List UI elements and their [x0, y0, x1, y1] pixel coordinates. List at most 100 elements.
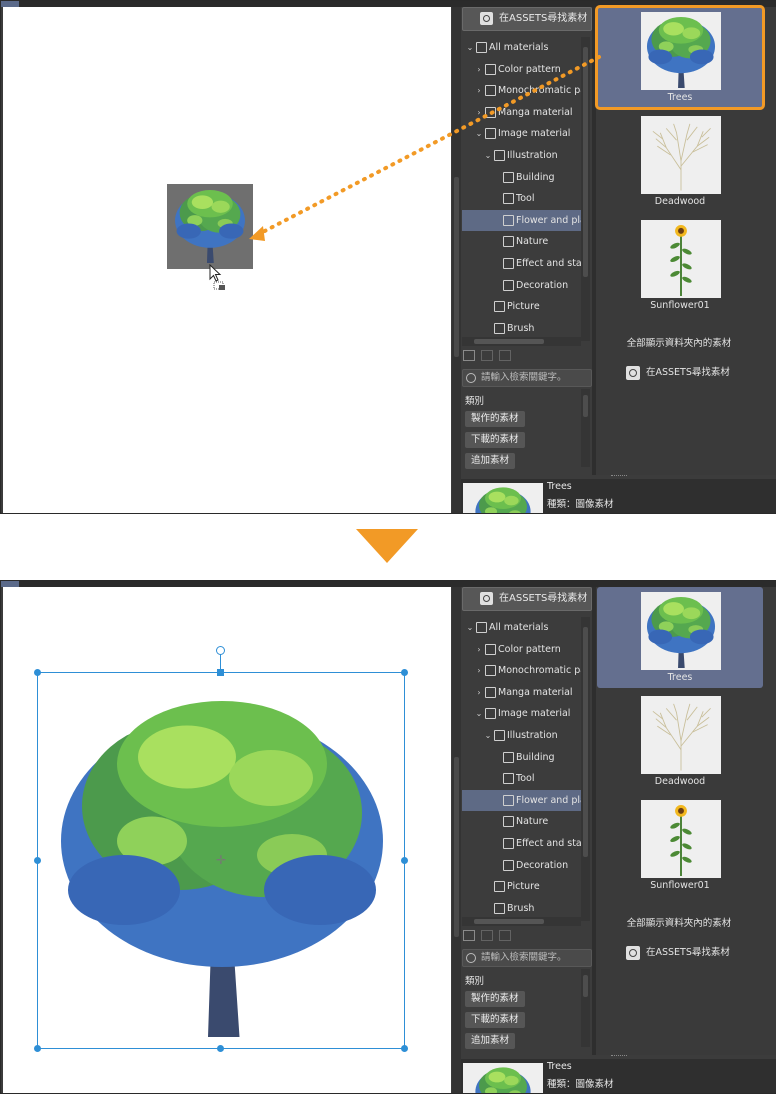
- chevron-down-icon[interactable]: ⌄: [466, 617, 474, 638]
- tree-item[interactable]: Decoration: [462, 275, 582, 296]
- handle-bottom-left[interactable]: [34, 1045, 41, 1052]
- tree-item[interactable]: ⌄ Illustration: [462, 145, 582, 166]
- edit-folder-icon[interactable]: [499, 930, 511, 941]
- new-folder-icon[interactable]: [463, 930, 475, 941]
- chevron-right-icon[interactable]: ›: [475, 59, 483, 80]
- chevron-down-icon[interactable]: ⌄: [466, 37, 474, 58]
- tree-item[interactable]: › Manga material: [462, 102, 582, 123]
- chevron-down-icon[interactable]: ⌄: [475, 123, 483, 144]
- tree-horizontal-scrollbar[interactable]: [462, 917, 581, 926]
- tag-downloaded-materials[interactable]: 下載的素材: [465, 1012, 525, 1028]
- canvas-scrollbar[interactable]: [452, 587, 461, 1093]
- material-item-sunflower[interactable]: Sunflower01: [597, 215, 763, 316]
- tag-added-materials[interactable]: 追加素材: [465, 1033, 516, 1049]
- tree-item[interactable]: Decoration: [462, 855, 582, 876]
- tree-item[interactable]: › Color pattern: [462, 639, 582, 660]
- tag-made-materials[interactable]: 製作的素材: [465, 411, 525, 427]
- tree-item[interactable]: › Monochromatic pat: [462, 80, 582, 101]
- handle-bottom-right[interactable]: [401, 1045, 408, 1052]
- tree-item[interactable]: ⌄ All materials: [462, 617, 582, 638]
- tree-item[interactable]: Tool: [462, 768, 582, 789]
- resize-grip[interactable]: [611, 475, 627, 478]
- pencil-icon: [503, 773, 514, 785]
- handle-top[interactable]: [217, 669, 224, 676]
- chevron-right-icon[interactable]: ›: [475, 660, 483, 681]
- resize-grip[interactable]: [611, 1055, 627, 1058]
- tree-item[interactable]: Picture: [462, 876, 582, 897]
- tree-item[interactable]: Building: [462, 167, 582, 188]
- canvas[interactable]: [3, 7, 451, 513]
- tree-toolbar: [463, 930, 583, 944]
- material-item-trees[interactable]: Trees: [595, 5, 765, 110]
- tag-downloaded-materials[interactable]: 下載的素材: [465, 432, 525, 448]
- brush-icon: [494, 322, 505, 334]
- chevron-down-icon[interactable]: ⌄: [484, 725, 492, 746]
- new-folder-icon[interactable]: [463, 350, 475, 361]
- tree-item[interactable]: Nature: [462, 811, 582, 832]
- material-gallery: Trees Deadwood Sunflower01 全部顯示資料夾內的素材 在…: [595, 5, 776, 475]
- tree-item[interactable]: ⌄ Image material: [462, 703, 582, 724]
- canvas[interactable]: ✛: [3, 587, 451, 1093]
- tree-item[interactable]: › Color pattern: [462, 59, 582, 80]
- tree-item[interactable]: Flower and plar: [462, 789, 582, 811]
- chevron-right-icon[interactable]: ›: [475, 80, 483, 101]
- preview-thumbnail: [463, 1063, 543, 1093]
- find-in-assets-link[interactable]: 在ASSETS尋找素材: [626, 945, 730, 961]
- tree-item[interactable]: Picture: [462, 296, 582, 317]
- material-item-trees[interactable]: Trees: [597, 587, 763, 688]
- tag-made-materials[interactable]: 製作的素材: [465, 991, 525, 1007]
- show-all-materials-link[interactable]: 全部顯示資料夾內的素材: [596, 335, 762, 349]
- handle-top-left[interactable]: [34, 669, 41, 676]
- tree-item[interactable]: Effect and stag: [462, 833, 582, 854]
- pencil-icon: [503, 794, 514, 806]
- chevron-down-icon[interactable]: ⌄: [475, 703, 483, 724]
- cross-icon: [485, 63, 496, 75]
- tree-item-label: Decoration: [516, 859, 569, 871]
- canvas-scrollbar[interactable]: [452, 7, 461, 513]
- tree-item[interactable]: Effect and stag: [462, 253, 582, 274]
- edit-folder-icon[interactable]: [499, 350, 511, 361]
- tree-item[interactable]: Tool: [462, 188, 582, 209]
- delete-folder-icon[interactable]: [481, 930, 493, 941]
- material-name: Sunflower01: [650, 880, 710, 891]
- preview-thumbnail: [463, 483, 543, 513]
- show-all-materials-link[interactable]: 全部顯示資料夾內的素材: [596, 915, 762, 929]
- tree-item[interactable]: › Manga material: [462, 682, 582, 703]
- search-placeholder: 請輸入檢索關鍵字。: [481, 372, 567, 383]
- tag-added-materials[interactable]: 追加素材: [465, 453, 516, 469]
- camera-icon: [494, 301, 505, 313]
- tags-scrollbar[interactable]: [581, 389, 590, 467]
- search-field[interactable]: 請輸入檢索關鍵字。: [462, 949, 592, 967]
- tree-item[interactable]: Building: [462, 747, 582, 768]
- tree-scrollbar[interactable]: [581, 617, 590, 921]
- find-in-assets-button[interactable]: 在ASSETS尋找素材: [462, 587, 592, 611]
- search-field[interactable]: 請輸入檢索關鍵字。: [462, 369, 592, 387]
- tree-item[interactable]: ⌄ Illustration: [462, 725, 582, 746]
- tree-item[interactable]: Nature: [462, 231, 582, 252]
- tree-item[interactable]: ⌄ Image material: [462, 123, 582, 144]
- chevron-right-icon[interactable]: ›: [475, 639, 483, 660]
- handle-top-right[interactable]: [401, 669, 408, 676]
- handle-left[interactable]: [34, 857, 41, 864]
- delete-folder-icon[interactable]: [481, 350, 493, 361]
- rotate-handle[interactable]: [216, 646, 225, 655]
- material-item-sunflower[interactable]: Sunflower01: [597, 795, 763, 896]
- material-item-deadwood[interactable]: Deadwood: [597, 111, 763, 212]
- find-in-assets-link[interactable]: 在ASSETS尋找素材: [626, 365, 730, 381]
- tree-item[interactable]: › Monochromatic pat: [462, 660, 582, 681]
- find-in-assets-button[interactable]: 在ASSETS尋找素材: [462, 7, 592, 31]
- material-item-deadwood[interactable]: Deadwood: [597, 691, 763, 792]
- chevron-right-icon[interactable]: ›: [475, 682, 483, 703]
- tree-item[interactable]: Flower and plar: [462, 209, 582, 231]
- tree-item[interactable]: Brush: [462, 898, 582, 919]
- tree-item[interactable]: Brush: [462, 318, 582, 339]
- chevron-down-icon[interactable]: ⌄: [484, 145, 492, 166]
- tags-scrollbar[interactable]: [581, 969, 590, 1047]
- handle-bottom[interactable]: [217, 1045, 224, 1052]
- tree-horizontal-scrollbar[interactable]: [462, 337, 581, 346]
- tree-item[interactable]: ⌄ All materials: [462, 37, 582, 58]
- handle-right[interactable]: [401, 857, 408, 864]
- tree-scrollbar[interactable]: [581, 37, 590, 341]
- chevron-right-icon[interactable]: ›: [475, 102, 483, 123]
- tree-item-label: Nature: [516, 236, 549, 248]
